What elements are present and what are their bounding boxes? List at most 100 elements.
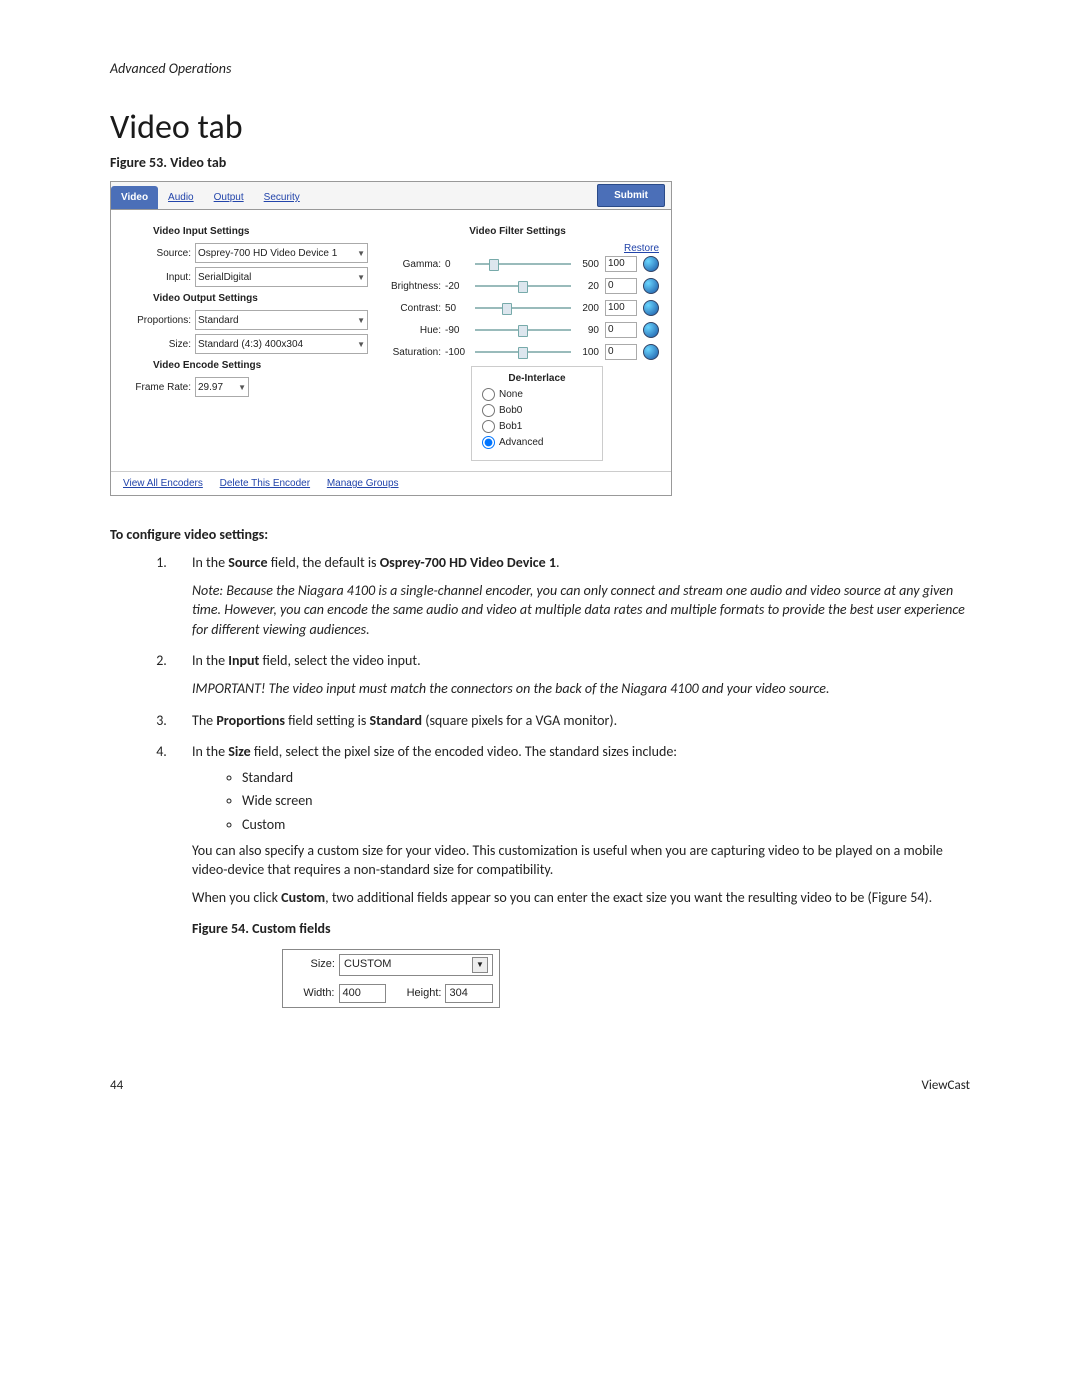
fig54-width-label: Width: [289,986,339,1001]
view-all-encoders-link[interactable]: View All Encoders [123,478,203,489]
reset-dot-icon[interactable] [643,344,659,360]
slider-thumb[interactable] [518,347,528,359]
text-bold: Size [228,743,250,760]
slider-thumb[interactable] [502,303,512,315]
step-3: The Proportions field setting is Standar… [170,711,970,731]
text: . [556,554,560,571]
chevron-down-icon: ▼ [357,249,365,258]
figure-53-caption: Figure 53. Video tab [110,154,970,171]
slider-min: -100 [445,347,471,358]
slider-value-input[interactable]: 0 [605,344,637,360]
radio-input[interactable] [482,404,495,417]
text-bold: Custom [281,889,325,906]
fig54-height-input[interactable]: 304 [445,984,493,1003]
source-select[interactable]: Osprey-700 HD Video Device 1 ▼ [195,243,368,263]
text: In the [192,652,228,669]
text-bold: Osprey-700 HD Video Device 1 [380,554,556,571]
step-4-para-2: When you click Custom, two additional fi… [192,888,970,908]
input-label: Input: [123,272,195,283]
slider-value-input[interactable]: 100 [605,256,637,272]
tab-output[interactable]: Output [204,186,254,209]
deinterlace-option[interactable]: Advanced [482,436,592,449]
input-select[interactable]: SerialDigital ▼ [195,267,368,287]
slider-label: Saturation: [376,347,445,358]
slider-value-input[interactable]: 0 [605,278,637,294]
steps-list: In the Source field, the default is Ospr… [110,553,970,1008]
slider-label: Brightness: [376,281,445,292]
radio-label: None [499,389,523,400]
fig54-width-input[interactable]: 400 [339,984,387,1003]
size-label: Size: [123,339,195,350]
framerate-select[interactable]: 29.97 ▼ [195,377,249,397]
chevron-down-icon: ▼ [357,273,365,282]
slider-min: 50 [445,303,471,314]
footer-brand: ViewCast [921,1078,970,1093]
restore-link[interactable]: Restore [376,243,659,254]
chevron-down-icon: ▼ [238,383,246,392]
radio-label: Bob1 [499,421,522,432]
step-1-note: Note: Because the Niagara 4100 is a sing… [192,581,970,640]
slider-track[interactable] [475,329,571,331]
radio-input[interactable] [482,436,495,449]
text-bold: Proportions [216,712,285,729]
text-bold: Source [228,554,267,571]
fig54-size-label: Size: [289,957,339,972]
size-select[interactable]: Standard (4:3) 400x304 ▼ [195,334,368,354]
radio-input[interactable] [482,388,495,401]
deinterlace-option[interactable]: Bob1 [482,420,592,433]
size-value: Standard (4:3) 400x304 [198,339,303,350]
bullet-standard: Standard [242,768,970,788]
text: The [192,712,216,729]
step-2: In the Input field, select the video inp… [170,651,970,698]
section-header: Advanced Operations [110,60,970,77]
reset-dot-icon[interactable] [643,300,659,316]
delete-this-encoder-link[interactable]: Delete This Encoder [220,478,310,489]
slider-min: 0 [445,259,471,270]
instructions-heading: To configure video settings: [110,526,970,543]
fig54-size-select[interactable]: CUSTOM ▼ [339,954,493,976]
slider-track[interactable] [475,263,571,265]
right-column: Video Filter Settings Restore Gamma:0500… [368,220,659,461]
text: , two additional fields appear so you ca… [325,889,932,906]
proportions-select[interactable]: Standard ▼ [195,310,368,330]
input-value: SerialDigital [198,272,251,283]
tab-video[interactable]: Video [111,186,158,209]
text: In the [192,554,228,571]
reset-dot-icon[interactable] [643,322,659,338]
slider-thumb[interactable] [518,281,528,293]
slider-value-input[interactable]: 0 [605,322,637,338]
step-2-note: IMPORTANT! The video input must match th… [192,679,970,699]
text: In the [192,743,228,760]
text-bold: Input [228,652,259,669]
tab-audio[interactable]: Audio [158,186,204,209]
deinterlace-option[interactable]: Bob0 [482,404,592,417]
text: field, the default is [268,554,380,571]
slider-thumb[interactable] [518,325,528,337]
tab-security[interactable]: Security [254,186,310,209]
screenshot-footer-links: View All Encoders Delete This Encoder Ma… [111,471,671,495]
page-number: 44 [110,1078,123,1093]
slider-track[interactable] [475,285,571,287]
text: (square pixels for a VGA monitor). [422,712,617,729]
screenshot-topbar: Video Audio Output Security Submit [111,182,671,210]
slider-track[interactable] [475,351,571,353]
video-tab-screenshot: Video Audio Output Security Submit Video… [110,181,672,496]
slider-value-input[interactable]: 100 [605,300,637,316]
manage-groups-link[interactable]: Manage Groups [327,478,399,489]
slider-thumb[interactable] [489,259,499,271]
size-bullets: Standard Wide screen Custom [192,768,970,835]
slider-max: 90 [575,325,599,336]
slider-row: Brightness:-20200 [376,278,659,294]
slider-max: 500 [575,259,599,270]
submit-button[interactable]: Submit [597,184,665,207]
proportions-value: Standard [198,315,239,326]
figure-54-caption: Figure 54. Custom fields [192,919,970,939]
slider-track[interactable] [475,307,571,309]
reset-dot-icon[interactable] [643,278,659,294]
deinterlace-option[interactable]: None [482,388,592,401]
reset-dot-icon[interactable] [643,256,659,272]
radio-input[interactable] [482,420,495,433]
bullet-custom: Custom [242,815,970,835]
slider-min: -90 [445,325,471,336]
figure-54-box: Size: CUSTOM ▼ Width: 400 Height: 304 [282,949,500,1008]
